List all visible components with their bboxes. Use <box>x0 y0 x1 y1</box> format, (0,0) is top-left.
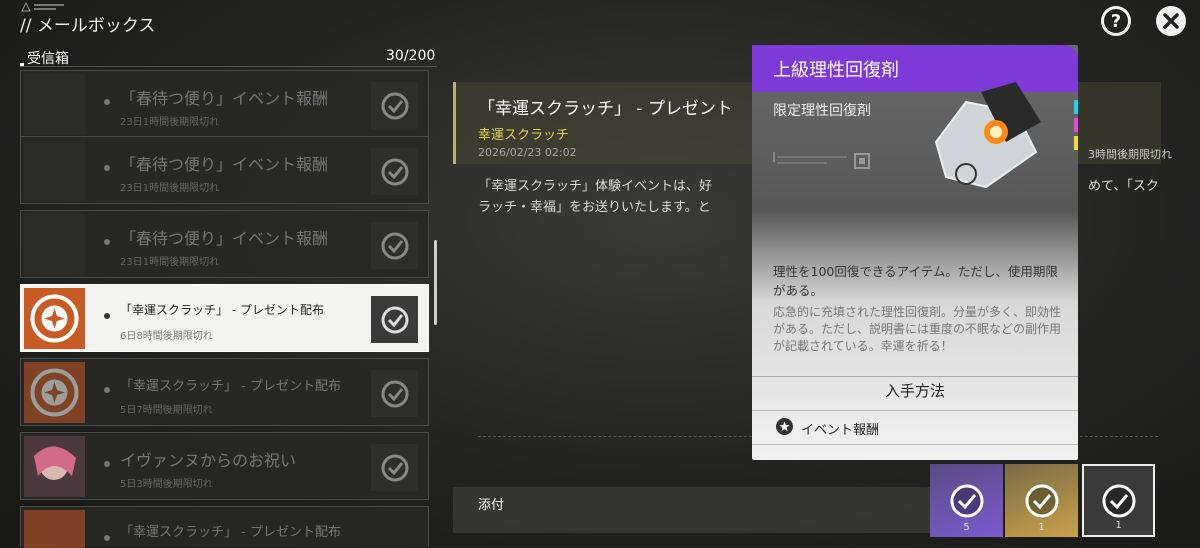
acquisition-header: 入手方法 <box>884 382 945 400</box>
mail-date: 2026/02/23 02:02 <box>478 146 577 159</box>
mail-expiry: 3時間後期限切れ <box>1088 148 1172 161</box>
attachments-bar <box>453 487 933 533</box>
mail-expiry: 23日1時間後期限切れ <box>120 257 220 268</box>
claimed-check-icon <box>371 296 418 343</box>
claimed-check-icon <box>371 148 418 195</box>
mail-expiry: 6日8時間後期限切れ <box>120 331 213 342</box>
mail-expiry: 23日1時間後期限切れ <box>120 183 220 194</box>
mail-title: 「春待つ便り」イベント報酬 <box>120 155 329 174</box>
mail-item[interactable]: 「幸運スクラッチ」 - プレゼント配布 <box>20 506 429 548</box>
close-icon[interactable] <box>1156 6 1186 36</box>
divider <box>752 410 1078 411</box>
bullet <box>104 99 110 105</box>
bullet <box>104 387 110 393</box>
claimed-check-icon <box>371 82 418 129</box>
color-marker <box>1074 100 1078 152</box>
check-icon <box>950 484 983 517</box>
lucky-scratch-icon <box>24 510 85 548</box>
lucky-scratch-icon <box>24 288 85 349</box>
mail-title: 「幸運スクラッチ」 - プレゼント配布 <box>120 303 324 317</box>
bullet <box>104 535 110 541</box>
bullet <box>104 239 110 245</box>
attachment-slot[interactable]: 5 <box>930 464 1003 537</box>
bullet <box>104 313 110 319</box>
mail-item[interactable]: 「幸運スクラッチ」 - プレゼント配布 5日7時間後期限切れ <box>20 358 429 426</box>
mail-detail-title: 「幸運スクラッチ」 - プレゼント <box>478 99 733 119</box>
star-icon <box>776 418 793 435</box>
acquisition-source[interactable]: イベント報酬 <box>801 419 879 438</box>
claimed-check-icon <box>371 370 418 417</box>
mail-title: 「春待つ便り」イベント報酬 <box>120 89 329 108</box>
mail-item[interactable]: 「春待つ便り」イベント報酬 23日1時間後期限切れ <box>20 70 429 138</box>
scrollbar[interactable] <box>434 240 437 325</box>
mail-thumbnail <box>24 74 85 135</box>
mail-item[interactable]: 「春待つ便り」イベント報酬 23日1時間後期限切れ <box>20 136 429 204</box>
mail-item[interactable]: 「春待つ便り」イベント報酬 23日1時間後期限切れ <box>20 210 429 278</box>
item-description: 理性を100回復できるアイテム。ただし、使用期限がある。 <box>773 264 1058 298</box>
attachment-count: 5 <box>963 522 970 533</box>
mail-thumbnail <box>24 214 85 275</box>
attachment-slot-selected[interactable]: 1 <box>1082 464 1155 537</box>
divider <box>20 66 437 67</box>
mail-item[interactable]: イヴァンヌからのお祝い 5日3時間後期限切れ <box>20 432 429 500</box>
attachment-slot[interactable]: 1 <box>1005 464 1078 537</box>
mail-expiry: 23日1時間後期限切れ <box>120 117 220 128</box>
mail-expiry: 5日3時間後期限切れ <box>120 479 213 490</box>
mail-body-line: ラッチ・幸福」をお送りいたします。と <box>478 200 711 215</box>
attachments-label: 添付 <box>478 498 505 513</box>
mail-body-line: 「幸運スクラッチ」体験イベントは、好 <box>478 179 713 194</box>
mail-title: イヴァンヌからのお祝い <box>120 451 297 470</box>
mail-title: 「幸運スクラッチ」 - プレゼント配布 <box>120 379 341 394</box>
bullet <box>104 461 110 467</box>
mail-thumbnail <box>24 140 85 201</box>
bullet <box>104 165 110 171</box>
mail-body-line: めて、「スク <box>1088 179 1159 194</box>
attachment-count: 1 <box>1115 520 1122 531</box>
inbox-count: 30/200 <box>386 48 436 64</box>
mail-expiry: 5日7時間後期限切れ <box>120 405 213 416</box>
check-icon <box>1025 484 1058 517</box>
check-icon <box>1102 484 1135 517</box>
divider <box>752 376 1078 377</box>
claimed-check-icon <box>371 222 418 269</box>
mail-title: 「幸運スクラッチ」 - プレゼント配布 <box>120 525 341 540</box>
item-flavor-text: 応急的に充填された理性回復剤。分量が多く、即効性がある。ただし、説明書には重度の… <box>773 305 1062 353</box>
help-icon[interactable]: ? <box>1101 6 1131 36</box>
character-avatar <box>24 436 85 497</box>
item-name: 上級理性回復剤 <box>773 60 899 81</box>
sanity-potion-icon <box>926 82 1060 197</box>
divider <box>752 444 1078 445</box>
mail-title: 「春待つ便り」イベント報酬 <box>120 229 329 248</box>
inbox-label: 受信箱 <box>27 51 69 67</box>
mail-item-selected[interactable]: 「幸運スクラッチ」 - プレゼント配布 6日8時間後期限切れ <box>20 284 429 352</box>
lucky-scratch-icon <box>24 362 85 423</box>
attachment-count: 1 <box>1038 522 1045 533</box>
barcode-graphic <box>773 126 883 170</box>
claimed-check-icon <box>371 444 418 491</box>
page-title: // メールボックス <box>20 16 156 36</box>
item-category: 限定理性回復剤 <box>773 103 871 119</box>
mail-sender: 幸運スクラッチ <box>478 128 570 143</box>
